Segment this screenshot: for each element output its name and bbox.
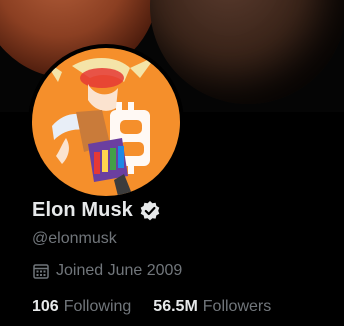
verified-badge-icon[interactable] <box>139 200 161 222</box>
avatar-illustration <box>44 56 156 196</box>
calendar-icon <box>32 262 50 280</box>
avatar-image <box>32 48 180 196</box>
following-count: 106 <box>32 298 59 315</box>
followers-count: 56.5M <box>153 298 198 315</box>
verified-badge-svg <box>140 200 160 220</box>
calendar-svg <box>33 264 49 279</box>
followers-label: Followers <box>202 298 272 315</box>
profile-avatar[interactable] <box>28 44 184 200</box>
display-name: Elon Musk <box>32 199 133 221</box>
following-label: Following <box>63 298 132 315</box>
follow-stats: 106 Following 56.5M Followers <box>32 298 271 316</box>
joined-text: Joined June 2009 <box>56 262 183 279</box>
joined-date: Joined June 2009 <box>32 262 182 280</box>
profile-name-row: Elon Musk <box>32 199 161 222</box>
profile-handle: @elonmusk <box>32 230 117 247</box>
following-link[interactable]: 106 Following <box>32 298 131 316</box>
followers-link[interactable]: 56.5M Followers <box>153 298 271 316</box>
